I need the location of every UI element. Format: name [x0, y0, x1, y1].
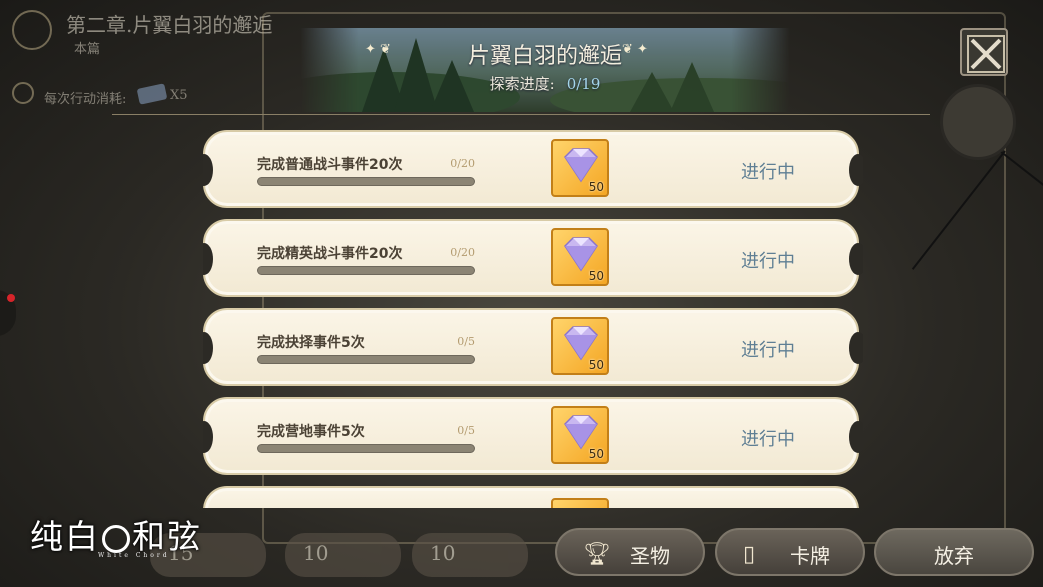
task-name: 完成营地事件5次 — [257, 424, 365, 440]
task-list[interactable]: 完成普通战斗事件20次 0/20 50 进行中 完成精英战斗事件20次 0/20… — [203, 118, 863, 508]
task-progress-bar — [257, 177, 475, 186]
ticket-icon — [136, 83, 168, 105]
reward-quantity: 50 — [588, 269, 604, 283]
task-count: 0/20 — [450, 246, 475, 259]
diamond-gem-icon — [564, 326, 598, 361]
cards-button[interactable]: ▯ 卡牌 — [715, 528, 865, 576]
task-progress-bar — [257, 444, 475, 453]
reward-quantity: 50 — [588, 358, 604, 372]
ornament-icon: ✦ ❦ — [365, 42, 391, 57]
relic-button[interactable]: 🏆︎ 圣物 — [555, 528, 705, 576]
notification-dot — [7, 294, 15, 302]
map-node — [940, 84, 1016, 160]
abandon-button[interactable]: 放弃 — [874, 528, 1034, 576]
logo-text-right: 和弦 — [132, 517, 202, 556]
close-button[interactable] — [960, 28, 1008, 76]
logo-subtitle: White Chord — [98, 552, 170, 559]
member-value: 10 — [303, 541, 329, 565]
task-item[interactable]: 完成精英战斗事件20次 0/20 50 进行中 — [203, 219, 863, 297]
task-item[interactable]: 完成抉择事件5次 0/5 50 进行中 — [203, 308, 863, 386]
member-value: 10 — [430, 541, 456, 565]
chapter-subtitle: 本篇 — [74, 42, 101, 57]
action-cost-value: X5 — [170, 88, 188, 103]
party-member[interactable]: 10 — [412, 533, 528, 577]
abandon-label: 放弃 — [934, 544, 974, 568]
progress-label: 探索进度: — [489, 75, 555, 93]
diamond-gem-icon — [564, 415, 598, 450]
cards-label: 卡牌 — [790, 544, 830, 568]
task-count: 0/5 — [457, 424, 475, 437]
exploration-progress: 探索进度: 0/19 — [300, 73, 790, 94]
task-item[interactable] — [203, 486, 859, 508]
ornament-icon: ❦ ✦ — [622, 42, 648, 57]
task-name: 完成抉择事件5次 — [257, 335, 365, 351]
reward-quantity: 50 — [588, 180, 604, 194]
diamond-gem-icon — [564, 148, 598, 183]
chapter-emblem-icon — [12, 10, 52, 50]
task-name: 完成普通战斗事件20次 — [257, 157, 403, 173]
task-status: 进行中 — [741, 162, 795, 183]
task-status: 进行中 — [741, 429, 795, 450]
close-icon — [967, 35, 1005, 73]
progress-value: 0/19 — [566, 75, 601, 93]
action-cost-label: 每次行动消耗: — [44, 92, 127, 107]
divider — [112, 114, 930, 115]
logo-ring-icon — [102, 525, 130, 553]
reward-item[interactable]: 50 — [551, 228, 609, 286]
header-banner: 片翼白羽的邂逅 探索进度: 0/19 — [300, 28, 790, 112]
reward-item[interactable]: 50 — [551, 406, 609, 464]
task-name: 完成精英战斗事件20次 — [257, 246, 403, 262]
party-member[interactable]: 10 — [285, 533, 401, 577]
reward-item[interactable]: 50 — [551, 317, 609, 375]
game-logo: 纯白 和弦 — [30, 510, 202, 558]
reward-quantity: 50 — [588, 447, 604, 461]
reward-item[interactable]: 50 — [551, 139, 609, 197]
task-status: 进行中 — [741, 251, 795, 272]
task-count: 0/5 — [457, 335, 475, 348]
task-item[interactable]: 完成普通战斗事件20次 0/20 50 进行中 — [203, 130, 863, 208]
logo-text-left: 纯白 — [30, 517, 100, 556]
diamond-gem-icon — [564, 237, 598, 272]
cost-icon — [12, 82, 34, 104]
relic-label: 圣物 — [630, 544, 670, 568]
task-status: 进行中 — [741, 340, 795, 361]
task-progress-bar — [257, 266, 475, 275]
chapter-title: 第二章.片翼白羽的邂逅 — [66, 13, 273, 37]
reward-item[interactable] — [551, 498, 609, 508]
task-count: 0/20 — [450, 157, 475, 170]
task-item[interactable]: 完成营地事件5次 0/5 50 进行中 — [203, 397, 863, 475]
task-progress-bar — [257, 355, 475, 364]
